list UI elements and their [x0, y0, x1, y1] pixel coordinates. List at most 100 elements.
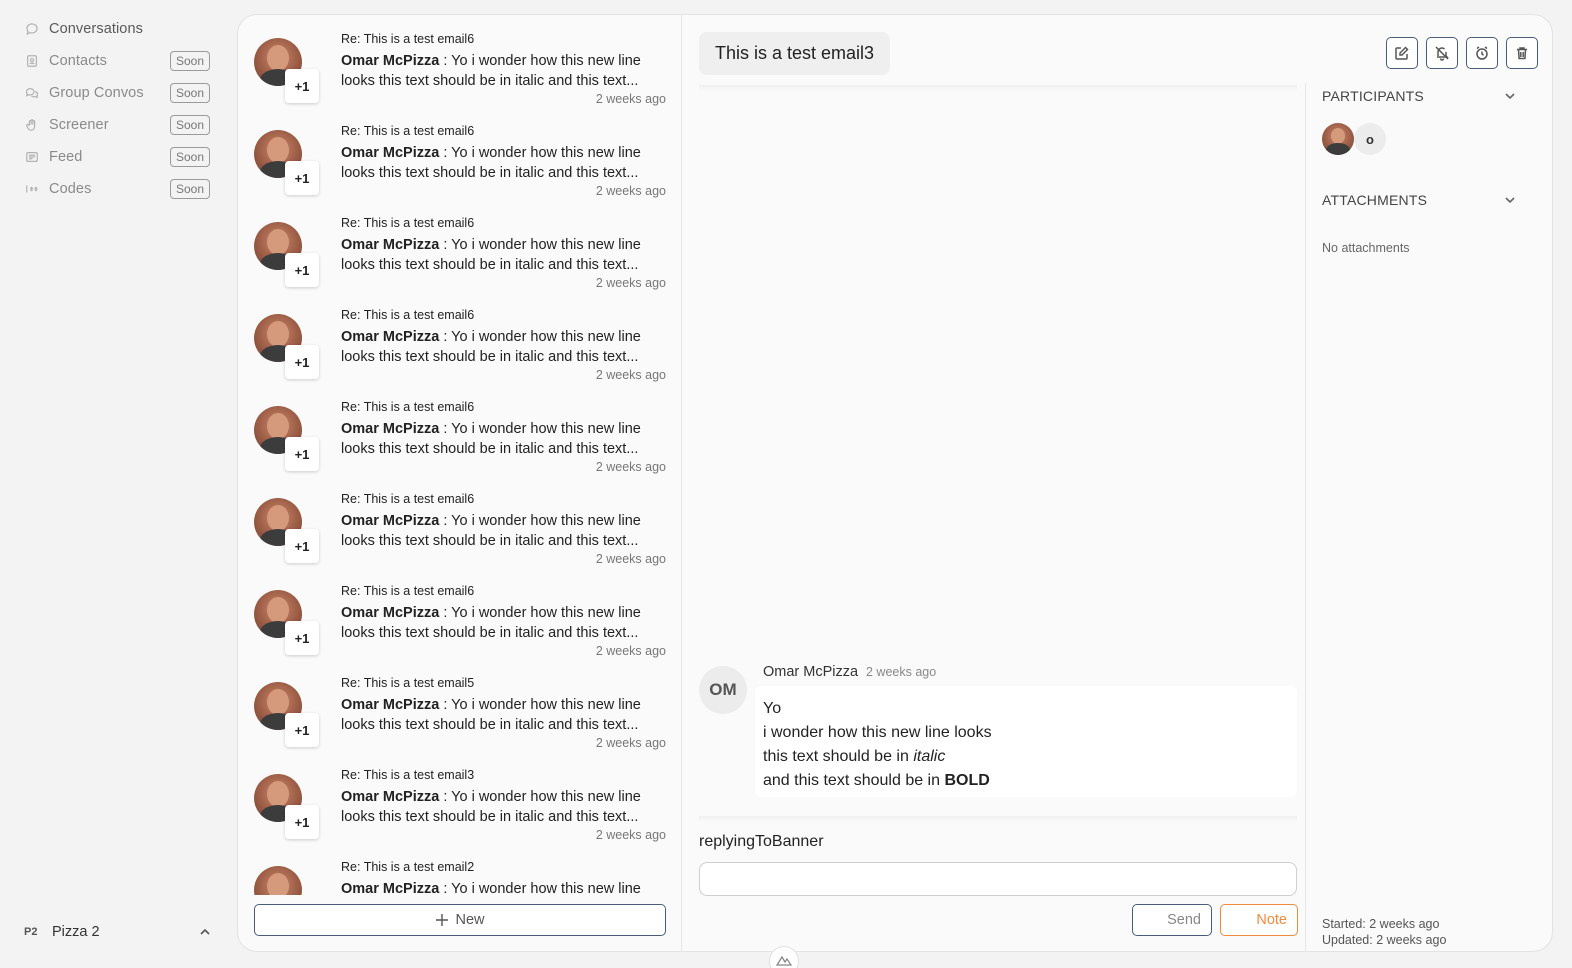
- preview-sender: Omar McPizza: [341, 697, 440, 713]
- conversation-preview: Omar McPizza : Yo i wonder how this new …: [341, 419, 661, 459]
- message-line: and this text should be in BOLD: [763, 769, 1289, 793]
- conversation-subject: Re: This is a test email6: [341, 308, 475, 322]
- plus-icon: [436, 914, 449, 926]
- nav-label: Group Convos: [49, 85, 144, 101]
- conversation-row[interactable]: +1 Re: This is a test email6 Omar McPizza …: [238, 199, 682, 291]
- conversation-row[interactable]: +1 Re: This is a test email3 Omar McPizza …: [238, 751, 682, 843]
- preview-sender: Omar McPizza: [341, 605, 440, 621]
- chat-bubble-icon: [24, 21, 40, 37]
- conversation-subject: Re: This is a test email6: [341, 492, 475, 506]
- conversation-time: 2 weeks ago: [595, 92, 666, 106]
- soon-badge: Soon: [169, 83, 210, 103]
- note-button[interactable]: Note: [1220, 904, 1298, 936]
- preview-sender: Omar McPizza: [341, 421, 440, 437]
- conversation-time: 2 weeks ago: [595, 828, 666, 842]
- workspace-badge: P2: [24, 926, 38, 938]
- conversation-subject: Re: This is a test email6: [341, 32, 475, 46]
- message-text: this text should be in: [763, 748, 914, 765]
- reply-input[interactable]: [699, 862, 1297, 896]
- hand-icon: [24, 117, 40, 133]
- main-card: +1 Re: This is a test email6 Omar McPizza …: [237, 14, 1553, 952]
- nav-item-group-convos[interactable]: Group Convos Soon: [24, 81, 210, 105]
- edit-button[interactable]: [1386, 37, 1418, 69]
- extra-participants-badge: +1: [285, 345, 319, 379]
- workspace-name: Pizza 2: [52, 924, 100, 940]
- send-button[interactable]: Send: [1132, 904, 1212, 936]
- group-chat-icon: [24, 85, 40, 101]
- conversation-row[interactable]: +1 Re: This is a test email6 Omar McPizza …: [238, 475, 682, 567]
- nav-label: Contacts: [49, 53, 108, 69]
- preview-sender: Omar McPizza: [341, 237, 440, 253]
- delete-button[interactable]: [1506, 37, 1538, 69]
- mute-button[interactable]: [1426, 37, 1458, 69]
- attachments-heading: ATTACHMENTS: [1322, 192, 1428, 208]
- conversation-subject: Re: This is a test email6: [341, 400, 475, 414]
- participants-heading: PARTICIPANTS: [1322, 88, 1424, 104]
- conversation-time: 2 weeks ago: [595, 276, 666, 290]
- mountain-logo-icon: [776, 955, 792, 966]
- message-time: 2 weeks ago: [866, 665, 937, 679]
- code-asterisk-icon: [24, 181, 40, 197]
- conversation-preview: Omar McPizza : Yo i wonder how this new …: [341, 235, 661, 275]
- conversation-row[interactable]: +1 Re: This is a test email6 Omar McPizza …: [238, 107, 682, 199]
- nav-item-feed[interactable]: Feed Soon: [24, 145, 210, 169]
- details-panel: PARTICIPANTS o ATTACHMENTS No attachment…: [1305, 83, 1552, 951]
- snooze-clock-icon: [1476, 46, 1488, 60]
- new-button-label: New: [455, 912, 485, 928]
- conversation-row[interactable]: +1 Re: This is a test email6 Omar McPizza …: [238, 567, 682, 659]
- nav-item-conversations[interactable]: Conversations: [24, 17, 210, 41]
- soon-badge: Soon: [169, 115, 210, 135]
- extra-participants-badge: +1: [285, 161, 319, 195]
- conversation-preview: Omar McPizza : Yo i wonder how this new …: [341, 143, 661, 183]
- conversation-row[interactable]: +1 Re: This is a test email6 Omar McPizza …: [238, 291, 682, 383]
- conversation-subject: Re: This is a test email6: [341, 124, 475, 138]
- divider: [699, 85, 1297, 91]
- started-time: Started: 2 weeks ago: [1322, 917, 1440, 931]
- nav-label: Conversations: [49, 21, 143, 37]
- conversation-preview: Omar McPizza : Yo i wonder how this new …: [341, 787, 661, 827]
- conversation-time: 2 weeks ago: [595, 736, 666, 750]
- nav-label: Screener: [49, 117, 109, 133]
- new-conversation-button[interactable]: New: [254, 904, 666, 936]
- message-line: i wonder how this new line looks: [763, 724, 992, 741]
- preview-sender: Omar McPizza: [341, 145, 440, 161]
- contact-book-icon: [24, 53, 40, 69]
- participant-avatar[interactable]: [1322, 123, 1354, 155]
- nav-item-screener[interactable]: Screener Soon: [24, 113, 210, 137]
- chevron-down-icon[interactable]: [1503, 193, 1517, 207]
- thread-title: This is a test email3: [699, 32, 891, 75]
- conversation-time: 2 weeks ago: [595, 184, 666, 198]
- conversation-scroll[interactable]: +1 Re: This is a test email6 Omar McPizza …: [238, 15, 682, 895]
- nav-label: Feed: [49, 149, 83, 165]
- soon-badge: Soon: [169, 179, 210, 199]
- conversation-row[interactable]: +1 Re: This is a test email6 Omar McPizza …: [238, 15, 682, 107]
- extra-participants-badge: +1: [285, 805, 319, 839]
- conversation-time: 2 weeks ago: [595, 368, 666, 382]
- conversation-subject: Re: This is a test email5: [341, 676, 475, 690]
- message-italic-text: italic: [913, 748, 946, 765]
- snooze-button[interactable]: [1466, 37, 1498, 69]
- nav-item-contacts[interactable]: Contacts Soon: [24, 49, 210, 73]
- conversation-row[interactable]: +1Re: This is a test email2Omar McPizza …: [238, 843, 682, 895]
- nav-item-codes[interactable]: Codes Soon: [24, 177, 210, 201]
- mute-bell-icon: [1435, 46, 1449, 61]
- extra-participants-badge: +1: [285, 621, 319, 655]
- conversation-time: 2 weeks ago: [595, 644, 666, 658]
- conversation-row[interactable]: +1 Re: This is a test email5 Omar McPizza …: [238, 659, 682, 751]
- bottom-handle[interactable]: [769, 946, 799, 968]
- extra-participants-badge: +1: [285, 713, 319, 747]
- preview-sender: Omar McPizza: [341, 789, 440, 805]
- message-bold-text: BOLD: [944, 772, 990, 789]
- chevron-down-icon[interactable]: [1503, 89, 1517, 103]
- conversation-subject: Re: This is a test email6: [341, 584, 475, 598]
- conversation-row[interactable]: +1 Re: This is a test email6 Omar McPizza …: [238, 383, 682, 475]
- conversation-preview: Omar McPizza : Yo i wonder how this new …: [341, 879, 661, 895]
- chevron-up-icon[interactable]: [198, 925, 212, 939]
- participant-avatar[interactable]: o: [1354, 123, 1386, 155]
- preview-sender: Omar McPizza: [341, 53, 440, 69]
- workspace-switcher[interactable]: P2 Pizza 2: [24, 920, 216, 944]
- trash-icon: [1517, 47, 1527, 60]
- conversation-preview: Omar McPizza : Yo i wonder how this new …: [341, 511, 661, 551]
- nav-label: Codes: [49, 181, 92, 197]
- conversation-preview: Omar McPizza : Yo i wonder how this new …: [341, 695, 661, 735]
